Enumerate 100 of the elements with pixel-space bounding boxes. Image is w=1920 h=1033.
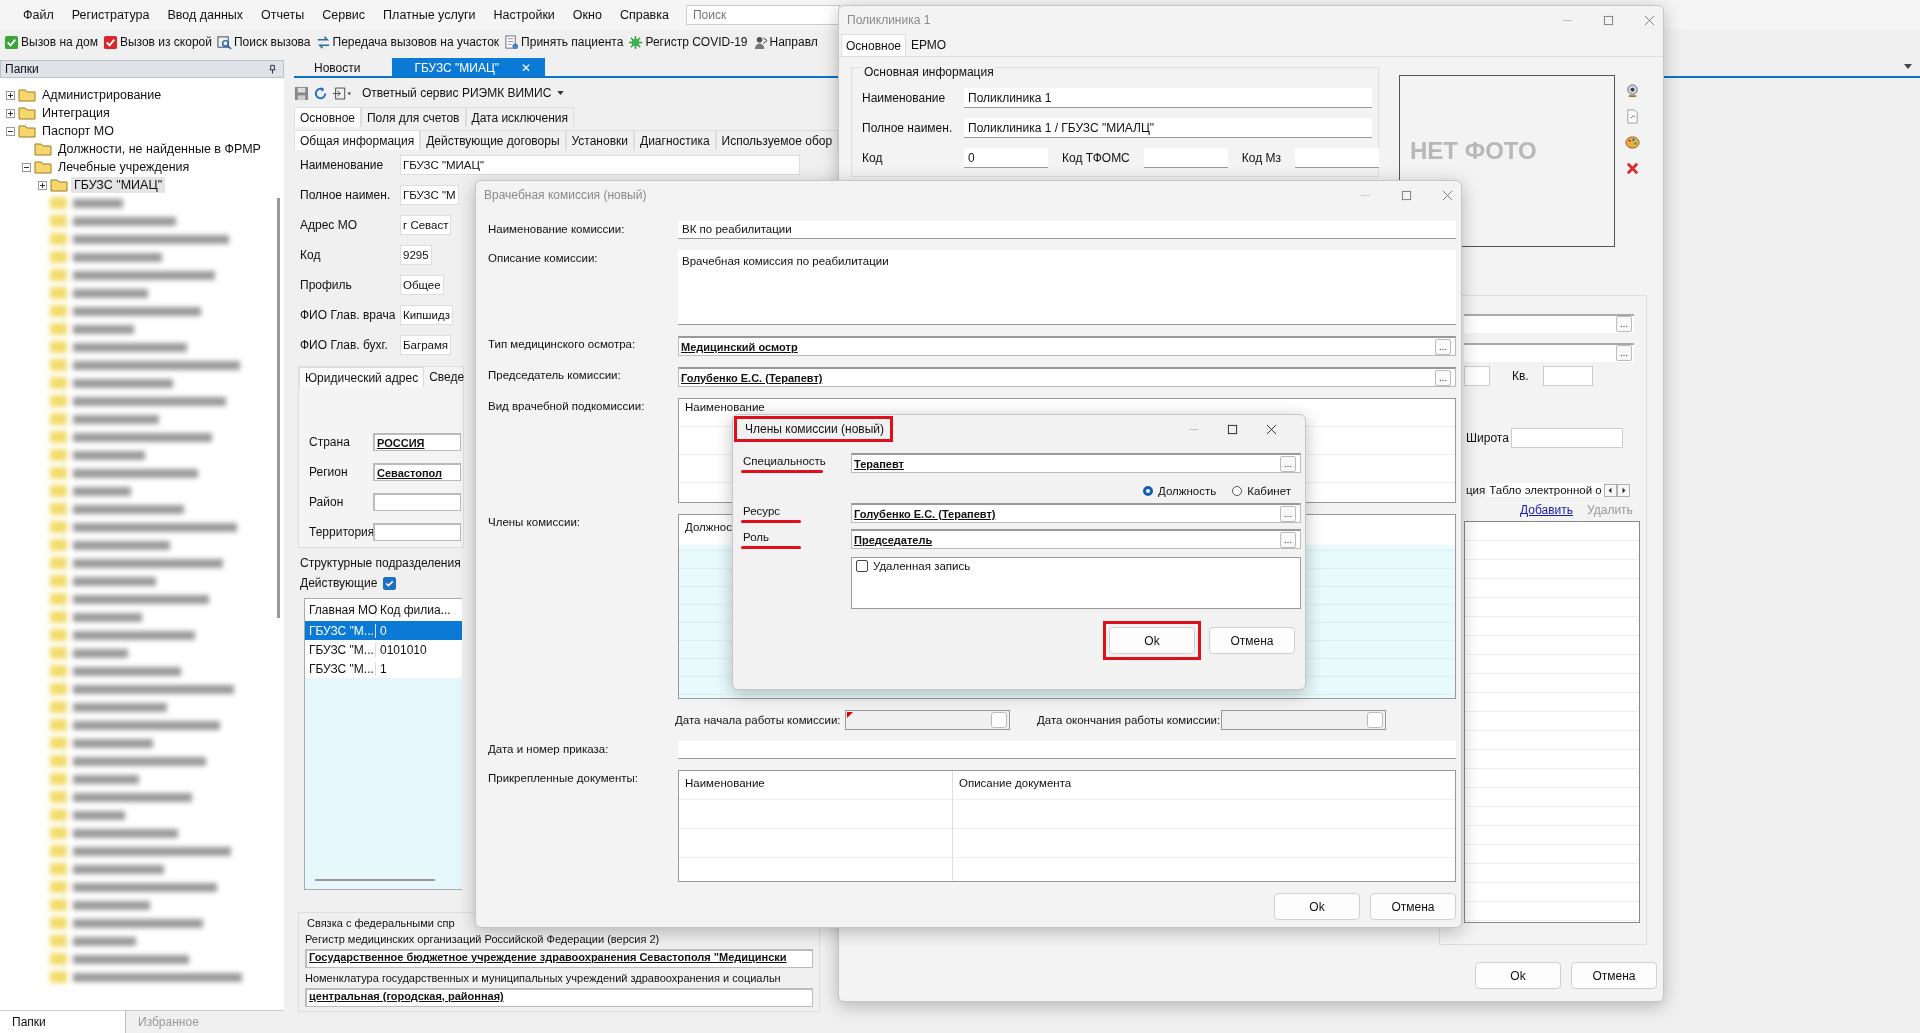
- text-field[interactable]: ГБУЗС "МИАЦ": [400, 155, 800, 175]
- dialog-button[interactable]: Ok: [1475, 962, 1561, 989]
- blurred-tree-item[interactable]: [50, 755, 206, 767]
- table-row[interactable]: ГБУЗС "М... 1: [305, 659, 462, 678]
- text-field[interactable]: Общее: [400, 275, 444, 295]
- blurred-tree-item[interactable]: [50, 449, 145, 461]
- menu-item[interactable]: Платные услуги: [374, 6, 485, 24]
- blurred-tree-item[interactable]: [50, 287, 148, 299]
- blurred-tree-item[interactable]: [50, 503, 184, 515]
- blurred-tree-item[interactable]: [50, 305, 201, 317]
- toolbar-button[interactable]: Регистр COVID-19: [626, 33, 750, 51]
- calendar-button[interactable]: [1367, 712, 1383, 728]
- blurred-tree-item[interactable]: [50, 521, 237, 533]
- toolbar-button[interactable]: Принять пациента: [502, 33, 626, 51]
- form-tab[interactable]: Поля для счетов: [361, 107, 466, 127]
- menu-item[interactable]: Окно: [563, 6, 611, 24]
- document-tab[interactable]: Новости: [294, 58, 381, 76]
- text-area[interactable]: Врачебная комиссия по реабилитации: [678, 250, 1456, 325]
- text-field[interactable]: Поликлиника 1: [964, 88, 1372, 108]
- text-field[interactable]: г Севаст: [400, 215, 452, 235]
- blurred-tree-item[interactable]: [50, 431, 212, 443]
- scroll-left-icon[interactable]: [1603, 483, 1617, 497]
- blurred-tree-item[interactable]: [50, 953, 189, 965]
- panel-tab[interactable]: Табло электронной о: [1487, 483, 1604, 497]
- lookup-field[interactable]: Государственное бюджетное учреждение здравоохранения Севастополя "Медицински: [305, 949, 813, 968]
- blurred-tree-item[interactable]: [50, 467, 198, 479]
- lookup-field[interactable]: Севастопол: [373, 463, 461, 481]
- save-icon[interactable]: [294, 85, 309, 101]
- text-field[interactable]: Поликлиника 1 / ГБУЗС "МИАЛЦ": [964, 118, 1372, 138]
- ellipsis-icon[interactable]: [1284, 514, 1292, 518]
- tree-item[interactable]: ГБУЗС "МИАЦ": [71, 177, 166, 193]
- tree-item[interactable]: Администрирование: [39, 87, 165, 103]
- blurred-tree-item[interactable]: [50, 611, 142, 623]
- text-field[interactable]: Кипшидз: [400, 305, 453, 325]
- menu-item[interactable]: Ввод данных: [158, 6, 253, 24]
- lookup-field[interactable]: Председатель: [851, 529, 1301, 549]
- lookup-field[interactable]: Голубенко Е.С. (Терапевт): [851, 503, 1301, 523]
- blurred-tree-item[interactable]: [50, 359, 240, 371]
- dialog-button[interactable]: Отмена: [1571, 962, 1657, 989]
- expander-icon[interactable]: [6, 90, 15, 100]
- checkbox[interactable]: [383, 576, 397, 590]
- date-field[interactable]: [1221, 710, 1386, 730]
- menu-item[interactable]: Отчеты: [252, 6, 314, 24]
- blurred-tree-item[interactable]: [50, 773, 139, 785]
- webcam-icon[interactable]: [1625, 83, 1640, 98]
- blurred-tree-item[interactable]: [50, 557, 223, 569]
- form-tab[interactable]: Установки: [565, 130, 634, 150]
- toolbar-button[interactable]: Вызов из скорой: [100, 33, 214, 51]
- form-tab[interactable]: Действующие договоры: [420, 130, 566, 150]
- form-tab[interactable]: Используемое обор: [715, 130, 839, 150]
- ellipsis-icon[interactable]: [1620, 325, 1628, 328]
- blurred-tree-item[interactable]: [50, 377, 173, 389]
- dialog-button[interactable]: Ok: [1274, 893, 1360, 920]
- toolbar-button[interactable]: Передача вызовов на участок: [313, 33, 502, 51]
- blurred-tree-item[interactable]: [50, 485, 131, 497]
- maximize-icon[interactable]: [1227, 423, 1238, 435]
- delete-icon[interactable]: [1625, 161, 1640, 176]
- expander-icon[interactable]: [22, 162, 31, 172]
- ellipsis-icon[interactable]: [1284, 464, 1292, 468]
- blurred-tree-item[interactable]: [50, 881, 217, 893]
- expander-icon[interactable]: [38, 180, 47, 190]
- form-tab[interactable]: Дата исключения: [465, 107, 574, 127]
- blurred-tree-item[interactable]: [50, 845, 231, 857]
- tree-item[interactable]: Должности, не найденные в ФРМР: [55, 141, 264, 157]
- search-field[interactable]: Поиск: [685, 5, 840, 25]
- blurred-tree-item[interactable]: [50, 395, 226, 407]
- column-header[interactable]: Наименование: [679, 399, 771, 419]
- blurred-tree-item[interactable]: [50, 971, 242, 983]
- lookup-field[interactable]: [373, 523, 461, 541]
- text-field[interactable]: [1511, 428, 1623, 448]
- service-menu[interactable]: Ответный сервис РИЭМК ВИМИС: [362, 86, 565, 100]
- scrollbar[interactable]: [277, 198, 280, 618]
- palette-icon[interactable]: [1625, 135, 1640, 150]
- blurred-tree-item[interactable]: [50, 341, 187, 353]
- window-tab[interactable]: ЕРМО: [906, 34, 952, 56]
- blurred-tree-item[interactable]: [50, 719, 220, 731]
- toolbar-button[interactable]: Поиск вызова: [215, 33, 313, 51]
- table-row[interactable]: ГБУЗС "М... 0: [305, 621, 462, 640]
- radio-button[interactable]: Должность: [1143, 485, 1217, 497]
- column-header[interactable]: Главная МО: [305, 603, 376, 617]
- dialog-button[interactable]: Отмена: [1370, 893, 1456, 920]
- text-field[interactable]: 9295: [400, 245, 432, 265]
- calendar-button[interactable]: [991, 712, 1007, 728]
- lookup-field[interactable]: Голубенко Е.С. (Терапевт): [678, 367, 1456, 387]
- menu-item[interactable]: Регистратура: [62, 6, 159, 24]
- address-tab[interactable]: Юридический адрес: [299, 367, 425, 387]
- import-icon[interactable]: [332, 85, 352, 101]
- blurred-tree-item[interactable]: [50, 917, 203, 929]
- ellipsis-icon[interactable]: [1284, 540, 1292, 544]
- lookup-field[interactable]: Терапевт: [851, 453, 1301, 473]
- link[interactable]: Добавить: [1520, 503, 1574, 517]
- refresh-icon[interactable]: [313, 85, 328, 101]
- lookup-field[interactable]: [373, 493, 461, 511]
- blurred-tree-item[interactable]: [50, 575, 156, 587]
- pin-icon[interactable]: [268, 64, 277, 74]
- blurred-tree-item[interactable]: [50, 233, 229, 245]
- blurred-tree-item[interactable]: [50, 629, 195, 641]
- ellipsis-icon[interactable]: [1620, 354, 1628, 357]
- form-tab[interactable]: Основное: [294, 107, 361, 127]
- menu-item[interactable]: Настройки: [484, 6, 564, 24]
